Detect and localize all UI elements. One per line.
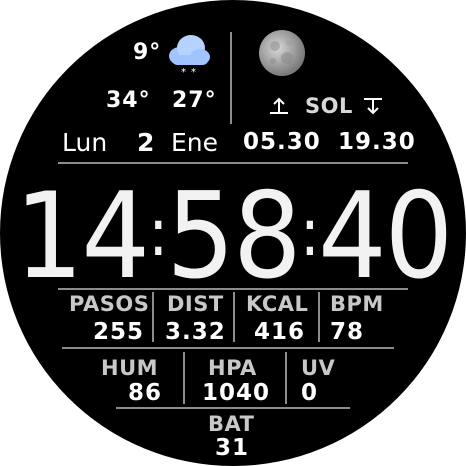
- clock-seconds: 40: [317, 168, 453, 306]
- stats-bottom-divider: [116, 407, 350, 409]
- humidity-label: HUM: [101, 356, 159, 380]
- sunset-arrow-icon: [362, 96, 384, 116]
- sunrise-time: 05.30: [243, 129, 321, 155]
- clock-separator: :: [299, 194, 320, 272]
- sunset-time: 19.30: [338, 129, 416, 155]
- sun-label: SOL: [305, 94, 353, 118]
- snow-cloud-icon: * *: [166, 32, 212, 78]
- svg-text:*: *: [191, 67, 196, 76]
- calories-label: KCAL: [246, 292, 309, 316]
- current-temperature: 9°: [133, 40, 162, 65]
- svg-text:*: *: [181, 67, 186, 76]
- distance-value: 3.32: [165, 319, 226, 345]
- stats-top-divider: [58, 288, 408, 290]
- distance-label: DIST: [167, 292, 224, 316]
- steps-label: PASOS: [69, 292, 150, 316]
- sunrise-arrow-icon: [268, 96, 290, 116]
- battery-label: BAT: [208, 412, 255, 436]
- weekday: Lun: [62, 128, 108, 157]
- uv-value: 0: [301, 380, 319, 406]
- top-divider: [230, 32, 232, 124]
- low-temperature: 27°: [172, 88, 217, 113]
- date-divider: [58, 162, 408, 164]
- clock-separator: :: [148, 194, 168, 272]
- calories-value: 416: [254, 319, 306, 345]
- stats-divider: [285, 352, 287, 404]
- high-temperature: 34°: [106, 88, 151, 113]
- stats-divider: [318, 292, 320, 342]
- month: Ene: [171, 128, 219, 157]
- pressure-label: HPA: [208, 356, 257, 380]
- watch-face: 9° * * 34° 27° SOL Lun 2 Ene 05.30 19.30…: [0, 0, 466, 466]
- stats-divider: [183, 352, 185, 404]
- heart-rate-label: BPM: [330, 292, 384, 316]
- clock-minutes: 58: [166, 168, 301, 306]
- heart-rate-value: 78: [330, 319, 365, 345]
- digital-clock: 14:58:40: [0, 168, 466, 306]
- steps-value: 255: [93, 319, 145, 345]
- moon-phase-icon: [257, 28, 307, 78]
- clock-hours: 14: [14, 168, 150, 306]
- pressure-value: 1040: [202, 380, 271, 406]
- day-number: 2: [137, 128, 155, 157]
- uv-label: UV: [301, 356, 336, 380]
- battery-value: 31: [215, 435, 250, 461]
- humidity-value: 86: [128, 380, 163, 406]
- stats-middle-divider: [62, 347, 394, 349]
- stats-divider: [233, 292, 235, 342]
- stats-divider: [152, 292, 154, 342]
